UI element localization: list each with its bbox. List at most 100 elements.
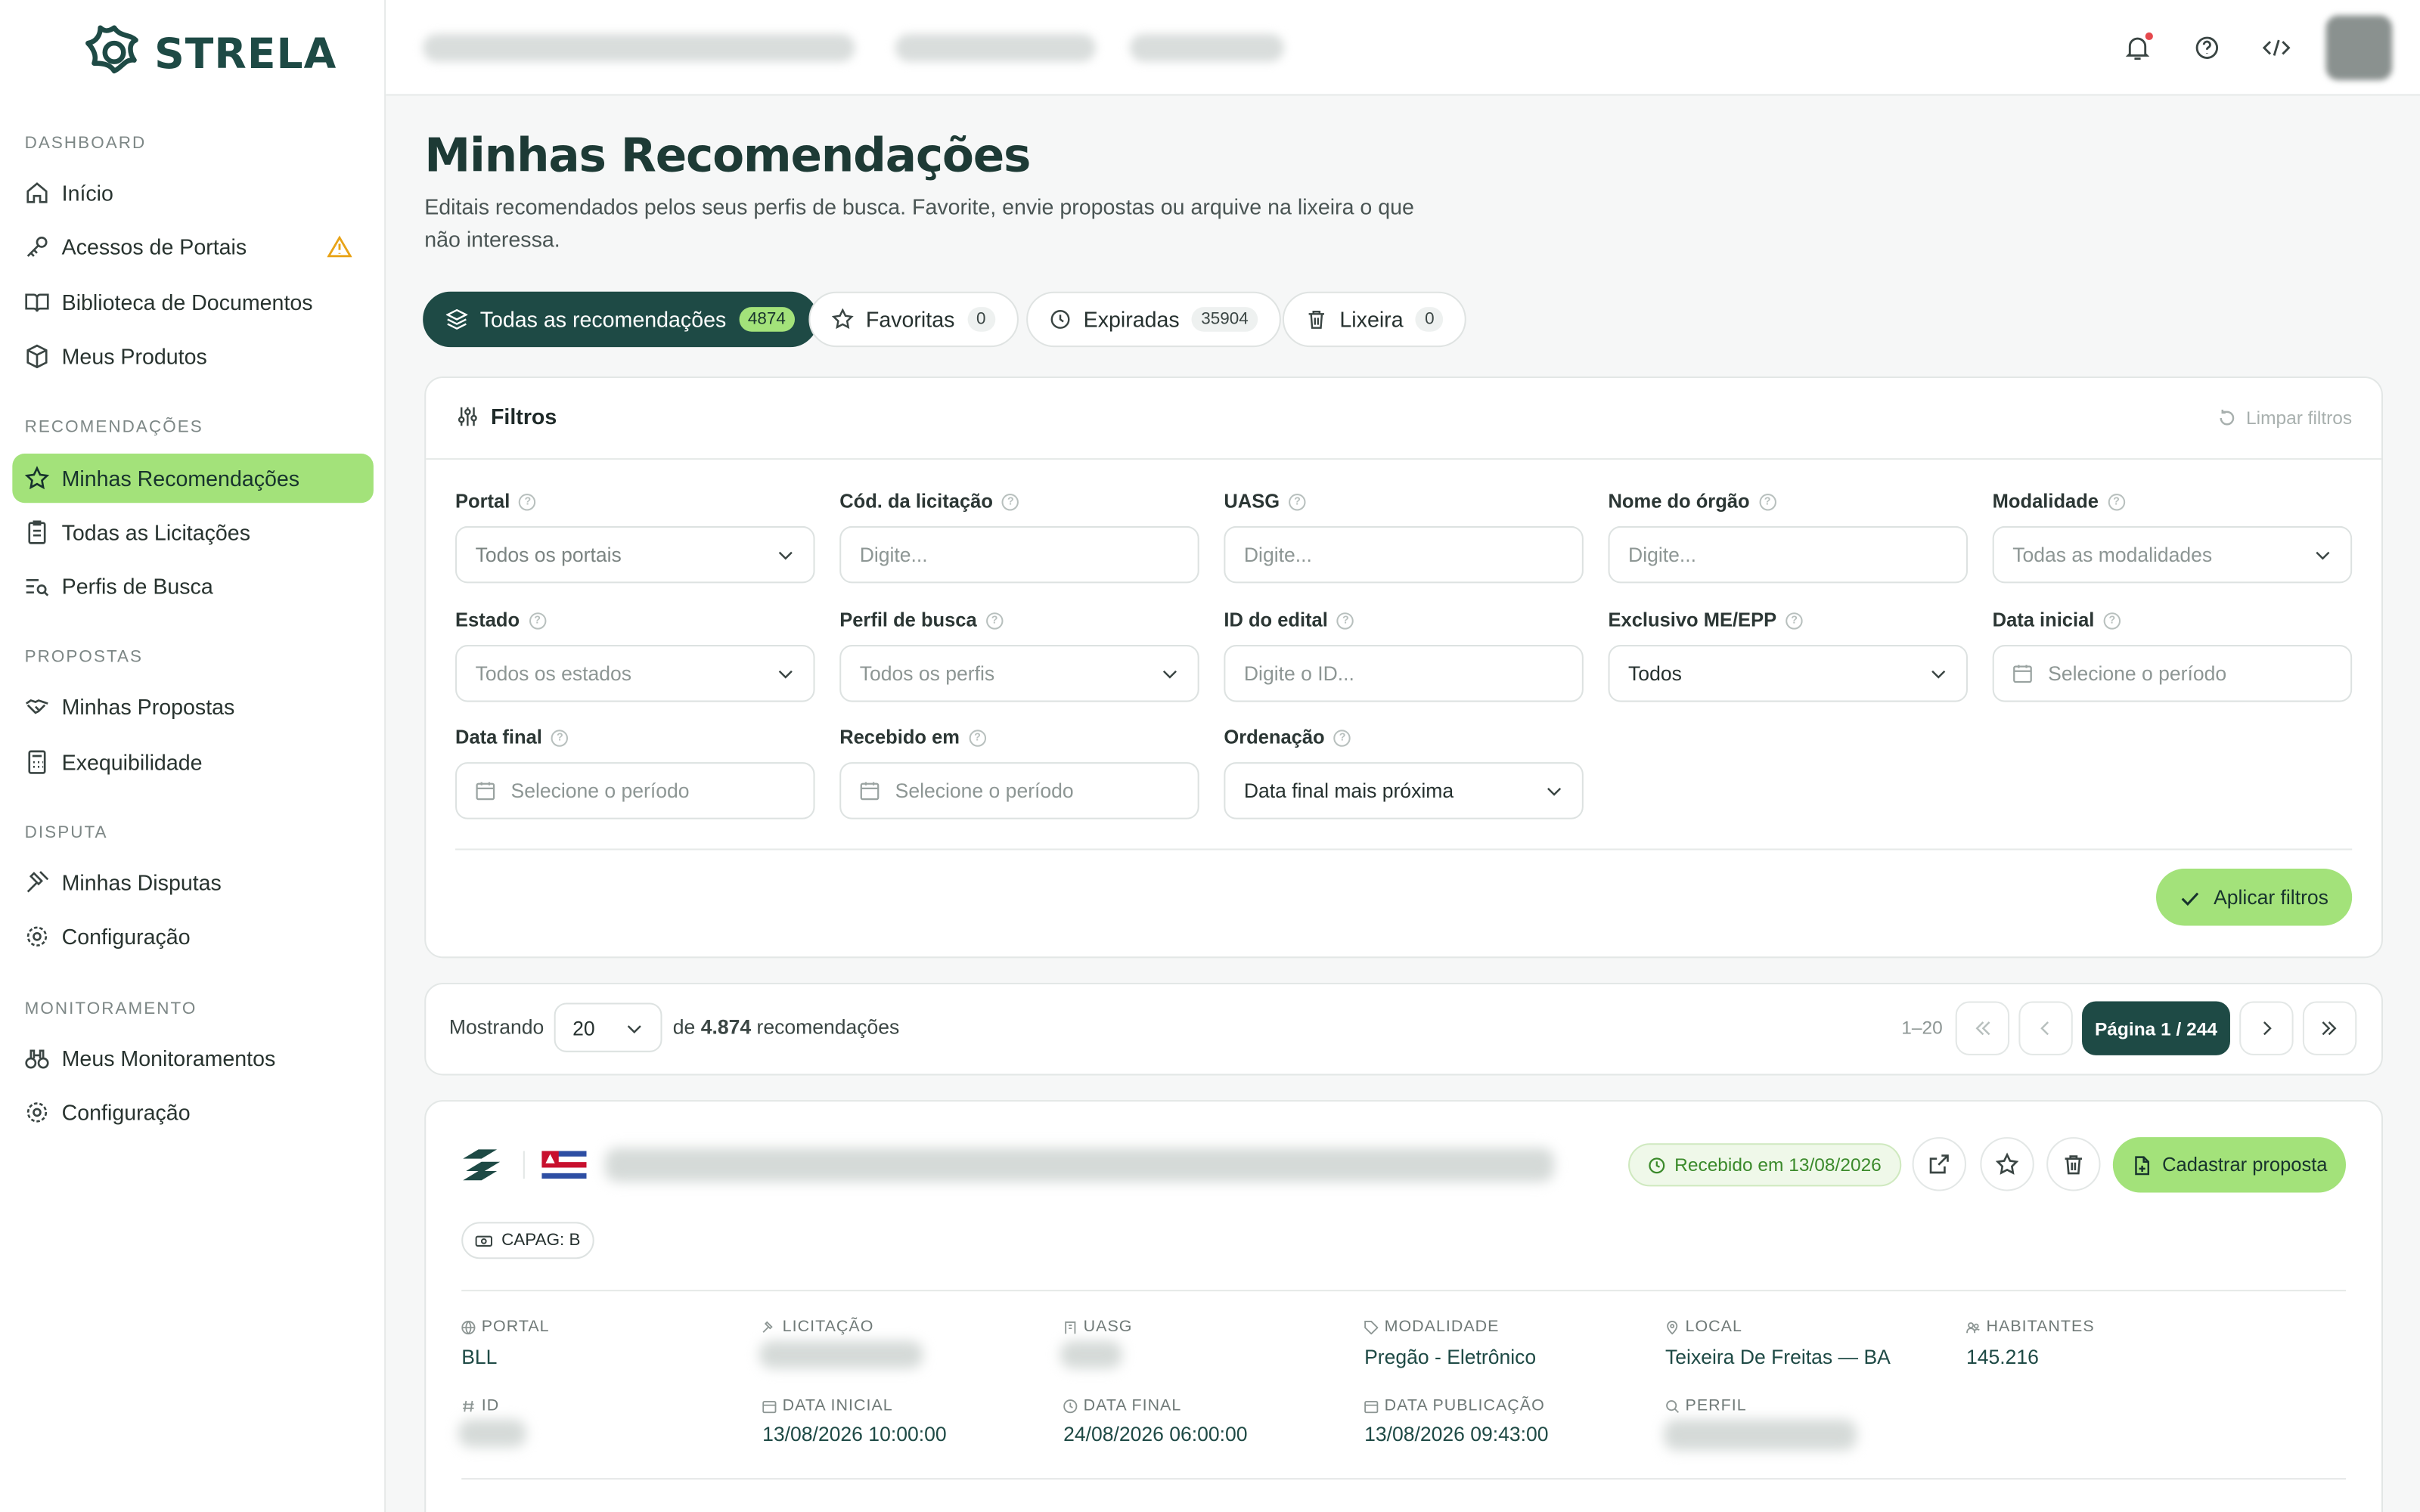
calculator-icon [28,750,46,774]
meta-label-perfil: PERFIL [1665,1396,1747,1414]
perfil-busca-select[interactable]: Todos os perfis [839,645,1199,702]
star-icon [831,308,854,330]
sidebar-item-meus-monitoramentos[interactable]: Meus Monitoramentos [12,1033,374,1083]
capag-badge: CAPAG: B [461,1222,594,1259]
tab-expiradas[interactable]: Expiradas 35904 [1026,291,1281,348]
binoculars-icon [25,1049,49,1069]
bahia-flag-icon [541,1151,587,1179]
code-icon[interactable] [2261,33,2292,64]
sidebar-item-exequibilidade[interactable]: Exequibilidade [12,738,374,787]
help-icon: ? [1337,612,1354,629]
sidebar-item-inicio[interactable]: Início [12,168,374,217]
sidebar-item-perfis-busca[interactable]: Perfis de Busca [12,562,374,611]
sidebar-item-produtos[interactable]: Meus Produtos [12,332,374,381]
building-icon [1065,1321,1076,1334]
sidebar: STRELA DASHBOARD Início Acessos de Porta… [0,0,386,1512]
divider [461,1478,2347,1480]
breadcrumb-redacted [1129,33,1284,62]
data-final-picker[interactable]: Selecione o período [455,762,815,820]
help-icon: ? [1002,493,1019,510]
sidebar-item-minhas-propostas[interactable]: Minhas Propostas [12,682,374,731]
meta-label-portal: PORTAL [461,1318,549,1336]
modalidade-select[interactable]: Todas as modalidades [1992,525,2353,584]
tab-count: 35904 [1192,307,1258,332]
showing-label: Mostrando [448,1015,544,1039]
calendar-icon [476,782,495,801]
last-page-button[interactable] [2302,1001,2357,1055]
sidebar-item-configuracao-monitor[interactable]: Configuração [12,1088,374,1137]
sidebar-item-configuracao-disputa[interactable]: Configuração [12,912,374,961]
strela-logo-icon [85,25,138,74]
avatar[interactable] [2325,15,2393,81]
recebido-em-picker[interactable]: Selecione o período [839,762,1199,820]
help-icon: ? [519,493,537,510]
uasg-input[interactable]: Digite... [1224,525,1584,584]
current-page-indicator: Página 1 / 244 [2082,1001,2230,1055]
cadastrar-proposta-button[interactable]: Cadastrar proposta [2112,1137,2347,1193]
meta-value-habitantes: 145.216 [1965,1345,2039,1369]
first-page-button[interactable] [1955,1001,2010,1055]
globe-icon [461,1320,476,1334]
id-edital-input[interactable]: Digite o ID... [1224,645,1584,702]
received-badge: Recebido em 13/08/2026 [1628,1143,1902,1187]
help-icon: ? [1333,729,1351,746]
meta-value-data-final: 24/08/2026 06:00:00 [1063,1422,1248,1446]
trash-button[interactable] [2046,1137,2101,1191]
tab-todas[interactable]: Todas as recomendações 4874 [423,291,818,348]
portal-select[interactable]: Todos os portais [455,525,815,584]
ordenacao-select[interactable]: Data final mais próxima [1224,762,1584,820]
users-icon [1966,1321,1980,1333]
sidebar-item-acessos[interactable]: Acessos de Portais [12,222,374,271]
meta-value-data-inicial: 13/08/2026 10:00:00 [762,1422,947,1446]
star-icon [24,466,50,490]
label-exclusivo: Exclusivo ME/EPP? [1609,609,1803,631]
external-link-icon [1929,1154,1949,1174]
help-icon: ? [985,612,1004,629]
help-icon[interactable] [2192,33,2223,64]
label-nome-orgao: Nome do órgão? [1609,491,1776,513]
label-data-inicial: Data inicial? [1993,609,2121,631]
notification-dot [2145,32,2153,41]
cod-licitacao-input[interactable]: Digite... [839,525,1199,584]
page-title: Minhas Recomendações [424,129,1031,184]
tab-count: 0 [1415,307,1444,332]
sidebar-item-todas-licitacoes[interactable]: Todas as Licitações [12,507,374,556]
label-ordenacao: Ordenação? [1224,727,1351,748]
section-disputa: DISPUTA [24,823,108,843]
estado-select[interactable]: Todos os estados [455,645,815,702]
apply-filters-button[interactable]: Aplicar filtros [2155,868,2353,926]
page-size-select[interactable]: 20 [554,1002,662,1052]
data-inicial-picker[interactable]: Selecione o período [1992,645,2353,702]
bll-portal-logo-icon [463,1149,501,1181]
tag-icon [1364,1320,1379,1334]
divider [523,1151,525,1179]
next-page-button[interactable] [2239,1001,2294,1055]
chevron-down-icon [1547,787,1562,796]
section-dashboard: DASHBOARD [24,134,147,153]
label-portal: Portal? [455,491,537,513]
chevron-right-icon [2263,1021,2272,1036]
help-icon: ? [1786,612,1803,629]
nome-orgao-input[interactable]: Digite... [1608,525,1969,584]
clear-filters-button[interactable]: Limpar filtros [2218,407,2352,429]
sidebar-item-minhas-recomendacoes[interactable]: Minhas Recomendações [12,453,374,503]
tab-count: 0 [966,307,995,332]
open-external-button[interactable] [1912,1137,1966,1191]
tab-favoritas[interactable]: Favoritas 0 [808,291,1019,348]
logo[interactable]: STRELA [83,22,337,87]
help-icon: ? [2103,612,2121,629]
page-subtitle: Editais recomendados pelos seus perfis d… [424,194,1414,252]
book-icon [25,293,49,312]
prev-page-button[interactable] [2018,1001,2073,1055]
tab-lixeira[interactable]: Lixeira 0 [1282,291,1467,348]
chevron-left-icon [2040,1021,2049,1036]
handshake-icon [25,699,48,714]
sidebar-item-minhas-disputas[interactable]: Minhas Disputas [12,858,374,907]
meta-label-licitacao: LICITAÇÃO [762,1318,873,1336]
exclusivo-select[interactable]: Todos [1608,645,1969,702]
sidebar-item-biblioteca[interactable]: Biblioteca de Documentos [12,277,374,327]
divider [426,458,2381,460]
section-propostas: PROPOSTAS [24,648,144,667]
favorite-button[interactable] [1980,1137,2034,1191]
gear-icon [26,926,48,947]
